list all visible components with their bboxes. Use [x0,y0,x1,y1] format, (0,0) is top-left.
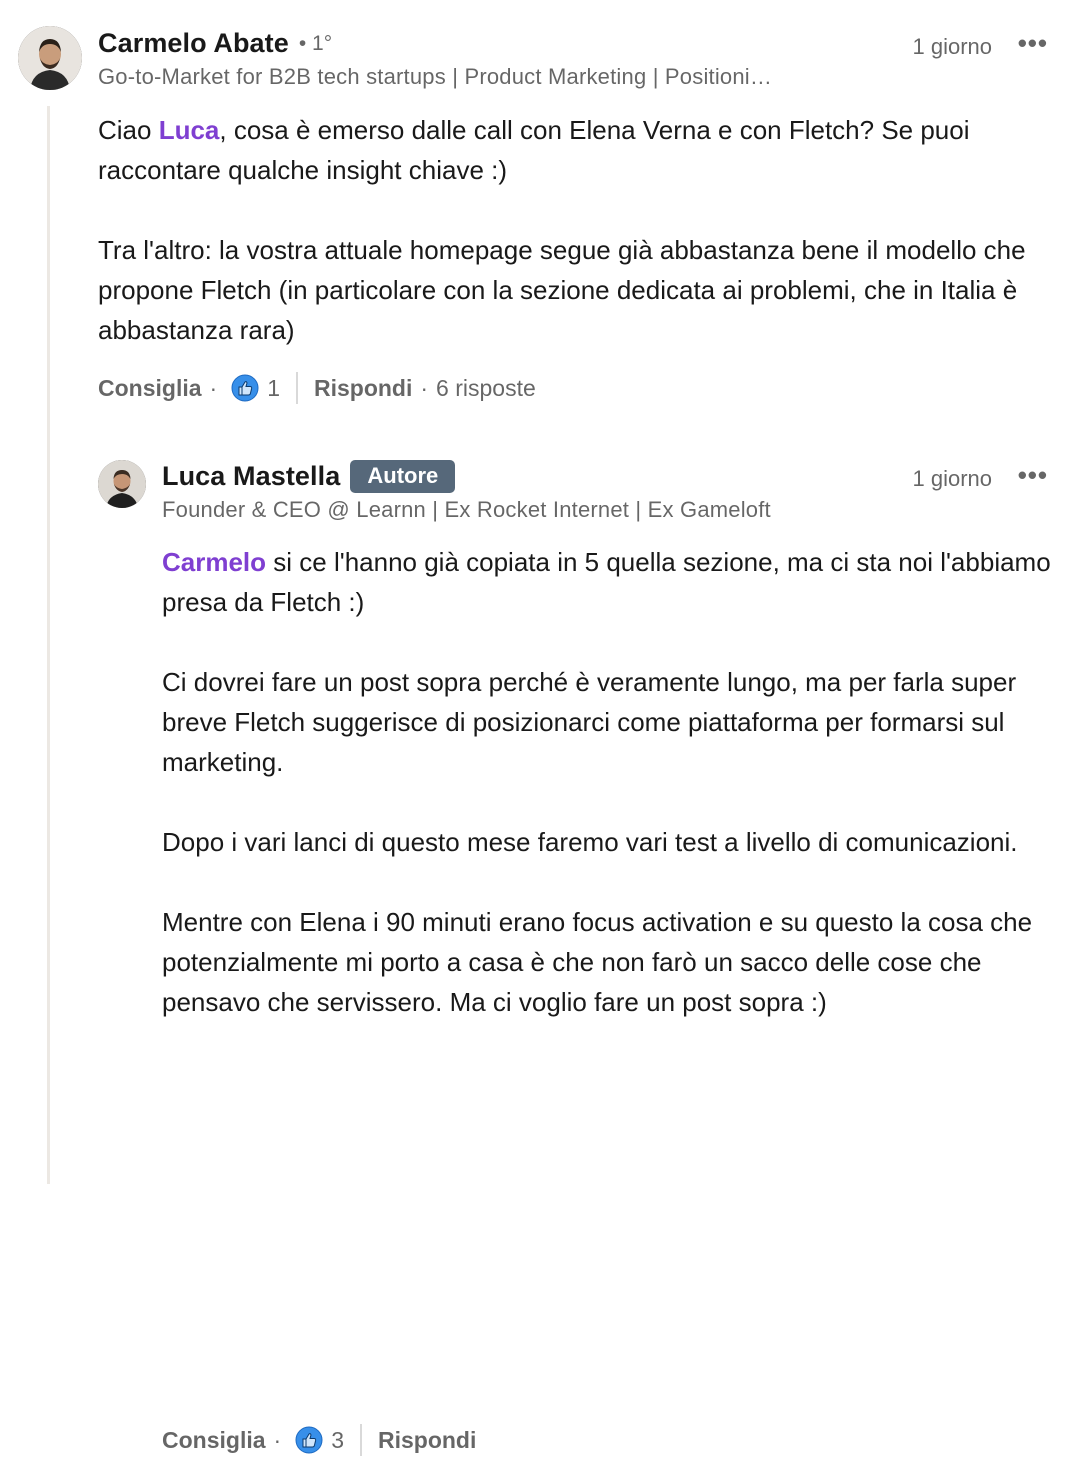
thread-line [47,106,50,1184]
author-badge: Autore [350,460,456,493]
thumbs-up-like-icon[interactable] [231,374,259,402]
comment-body: Ciao Luca, cosa è emerso dalle call con … [98,110,1078,390]
connection-degree: • 1° [298,31,333,55]
timestamp: 1 giorno [912,466,992,491]
paragraph: Carmelo si ce l'hanno già copiata in 5 q… [162,542,1072,622]
comment-body: Carmelo si ce l'hanno già copiata in 5 q… [162,542,1072,1062]
paragraph: Ci dovrei fare un post sopra perché è ve… [162,667,1017,777]
divider [295,372,298,404]
separator-dot: · [420,374,429,401]
avatar[interactable] [98,460,146,508]
comment-actions: Consiglia · 1 Rispondi · 6 risposte [98,372,536,404]
paragraph: Mentre con Elena i 90 minuti erano focus… [162,907,1033,1017]
text: si ce l'hanno già copiata in 5 quella se… [162,547,1051,617]
mention-link[interactable]: Carmelo [162,547,266,577]
avatar[interactable] [18,26,82,90]
text: Ciao [98,115,159,145]
comment-header: Luca Mastella Autore [162,460,456,493]
thumbs-up-like-icon[interactable] [295,1426,323,1454]
author-headline: Go-to-Market for B2B tech startups | Pro… [98,64,773,89]
like-count[interactable]: 3 [331,1427,344,1454]
reply-button[interactable]: Rispondi [314,375,412,402]
comment-actions: Consiglia · 3 Rispondi [162,1424,476,1456]
divider [359,1424,362,1456]
timestamp: 1 giorno [912,34,992,59]
author-headline: Founder & CEO @ Learnn | Ex Rocket Inter… [162,497,771,522]
mention-link[interactable]: Luca [159,115,220,145]
text: , cosa è emerso dalle call con Elena Ver… [98,115,970,185]
comment-header: Carmelo Abate • 1° [98,28,332,59]
paragraph: Dopo i vari lanci di questo mese faremo … [162,827,1018,857]
paragraph: Tra l'altro: la vostra attuale homepage … [98,235,1026,345]
separator-dot: · [209,374,218,401]
author-name[interactable]: Luca Mastella [162,461,340,492]
paragraph: Ciao Luca, cosa è emerso dalle call con … [98,110,1078,190]
more-options-icon[interactable]: ••• [1018,28,1048,59]
reply-button[interactable]: Rispondi [378,1427,476,1454]
separator-dot: · [273,1426,282,1453]
like-button[interactable]: Consiglia [98,375,202,402]
replies-count[interactable]: 6 risposte [436,375,536,402]
like-button[interactable]: Consiglia [162,1427,266,1454]
like-count[interactable]: 1 [267,375,280,402]
more-options-icon[interactable]: ••• [1018,460,1048,491]
author-name[interactable]: Carmelo Abate [98,28,289,59]
